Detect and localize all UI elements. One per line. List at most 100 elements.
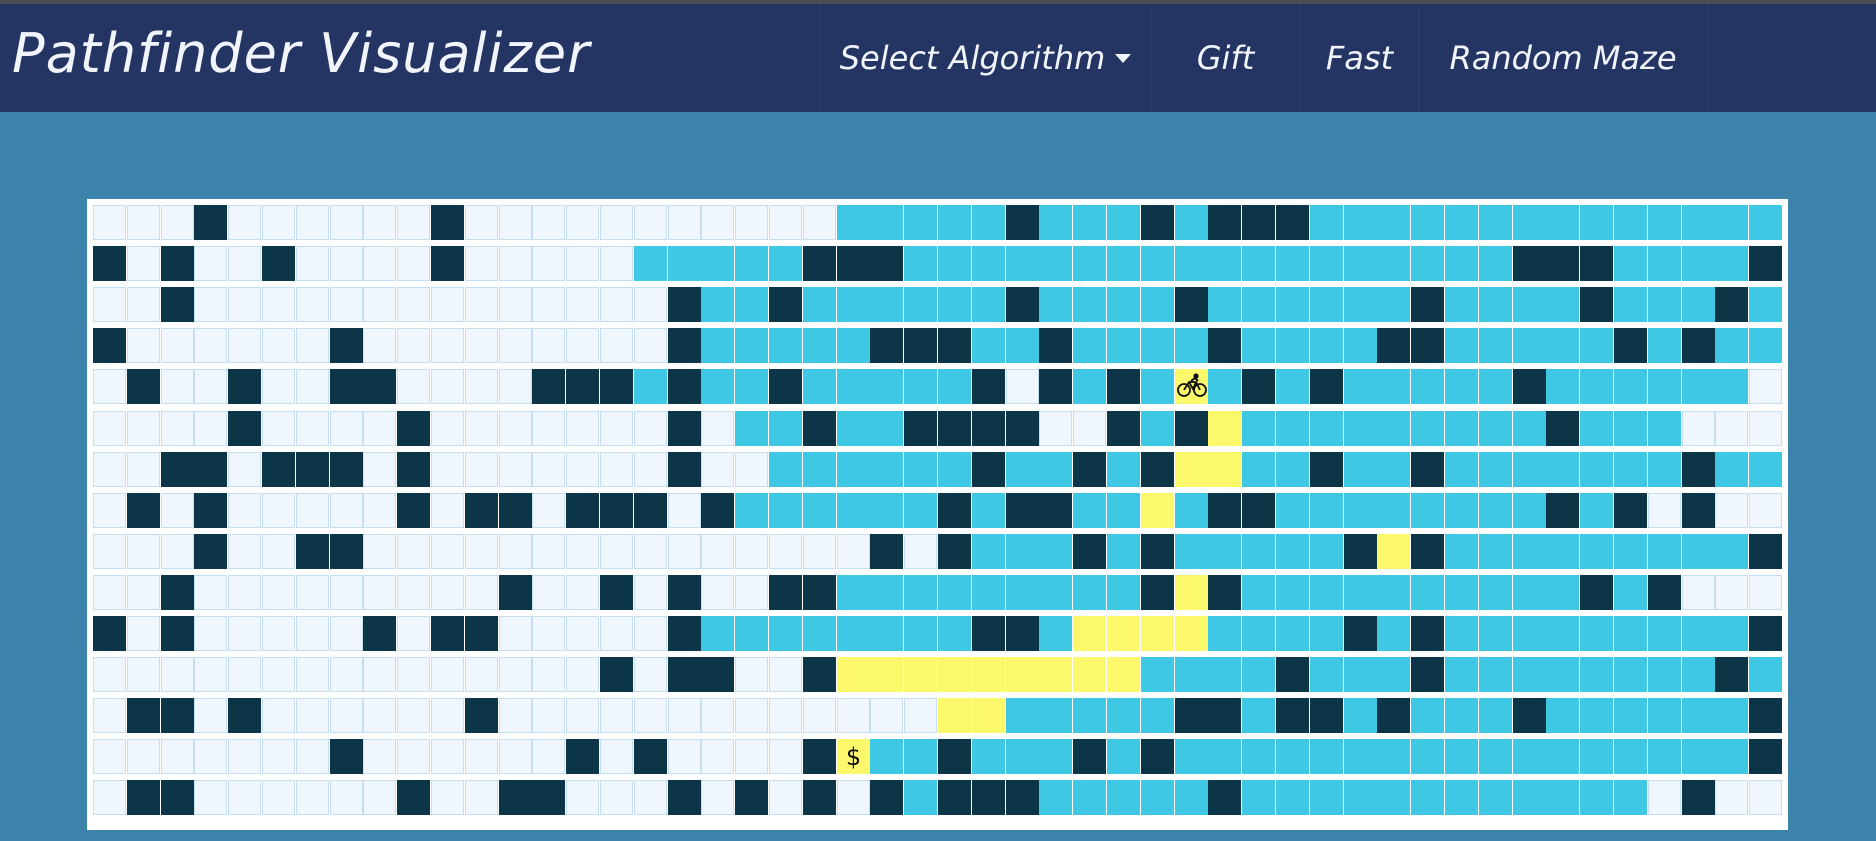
grid-cell[interactable] (465, 411, 498, 446)
grid-cell[interactable] (228, 328, 261, 363)
visited-cell[interactable] (1141, 657, 1174, 692)
visited-cell[interactable] (1749, 452, 1782, 487)
visited-cell[interactable] (1580, 698, 1613, 733)
visited-cell[interactable] (1411, 575, 1444, 610)
wall-cell[interactable] (566, 493, 599, 528)
visited-cell[interactable] (1445, 739, 1478, 774)
visited-cell[interactable] (1107, 493, 1140, 528)
visited-cell[interactable] (1073, 287, 1106, 322)
visited-cell[interactable] (1479, 369, 1512, 404)
grid-cell[interactable] (532, 411, 565, 446)
grid-cell[interactable] (228, 534, 261, 569)
grid-cell[interactable] (262, 698, 295, 733)
grid-cell[interactable] (262, 328, 295, 363)
path-cell[interactable] (1107, 616, 1140, 651)
visited-cell[interactable] (1141, 780, 1174, 815)
visited-cell[interactable] (1310, 411, 1343, 446)
visited-cell[interactable] (1411, 698, 1444, 733)
visited-cell[interactable] (1377, 205, 1410, 240)
grid-cell[interactable] (465, 328, 498, 363)
wall-cell[interactable] (1006, 205, 1039, 240)
grid-cell[interactable] (397, 328, 430, 363)
visited-cell[interactable] (1344, 287, 1377, 322)
grid-cell[interactable] (634, 616, 667, 651)
visited-cell[interactable] (1310, 246, 1343, 281)
wall-cell[interactable] (668, 657, 701, 692)
visited-cell[interactable] (1546, 452, 1579, 487)
grid-cell[interactable] (1682, 575, 1715, 610)
grid-cell[interactable] (228, 246, 261, 281)
grid-cell[interactable] (228, 780, 261, 815)
visited-cell[interactable] (1546, 369, 1579, 404)
visited-cell[interactable] (972, 534, 1005, 569)
visited-cell[interactable] (904, 493, 937, 528)
visited-cell[interactable] (1513, 575, 1546, 610)
wall-cell[interactable] (870, 328, 903, 363)
wall-cell[interactable] (127, 780, 160, 815)
grid-cell[interactable] (1749, 780, 1782, 815)
grid-cell[interactable] (1682, 411, 1715, 446)
visited-cell[interactable] (1411, 739, 1444, 774)
grid-cell[interactable] (296, 493, 329, 528)
grid-cell[interactable] (228, 739, 261, 774)
visited-cell[interactable] (1344, 575, 1377, 610)
grid-cell[interactable] (161, 493, 194, 528)
grid-cell[interactable] (93, 369, 126, 404)
grid-cell[interactable] (397, 657, 430, 692)
visited-cell[interactable] (1580, 452, 1613, 487)
wall-cell[interactable] (465, 698, 498, 733)
visited-cell[interactable] (1580, 493, 1613, 528)
visited-cell[interactable] (1682, 616, 1715, 651)
wall-cell[interactable] (938, 493, 971, 528)
grid-cell[interactable] (600, 287, 633, 322)
grid-cell[interactable] (600, 698, 633, 733)
grid-cell[interactable] (363, 411, 396, 446)
visited-cell[interactable] (769, 328, 802, 363)
visited-cell[interactable] (1107, 452, 1140, 487)
grid-cell[interactable] (465, 739, 498, 774)
wall-cell[interactable] (431, 246, 464, 281)
grid-cell[interactable] (431, 493, 464, 528)
grid-cell[interactable] (532, 452, 565, 487)
visited-cell[interactable] (1310, 493, 1343, 528)
grid-cell[interactable] (634, 698, 667, 733)
visited-cell[interactable] (1276, 575, 1309, 610)
grid-cell[interactable] (330, 575, 363, 610)
visited-cell[interactable] (1175, 493, 1208, 528)
select-algorithm-dropdown[interactable]: Select Algorithm (820, 4, 1150, 112)
wall-cell[interactable] (1276, 698, 1309, 733)
grid-cell[interactable] (701, 205, 734, 240)
grid-cell[interactable] (262, 780, 295, 815)
grid-cell[interactable] (161, 657, 194, 692)
visited-cell[interactable] (1479, 534, 1512, 569)
visited-cell[interactable] (1411, 369, 1444, 404)
grid-cell[interactable] (769, 698, 802, 733)
visited-cell[interactable] (1648, 657, 1681, 692)
visited-cell[interactable] (1073, 246, 1106, 281)
visited-cell[interactable] (1344, 780, 1377, 815)
visited-cell[interactable] (1175, 657, 1208, 692)
grid-cell[interactable] (93, 205, 126, 240)
wall-cell[interactable] (870, 246, 903, 281)
wall-cell[interactable] (1310, 698, 1343, 733)
visited-cell[interactable] (1614, 452, 1647, 487)
grid-cell[interactable] (397, 616, 430, 651)
wall-cell[interactable] (870, 534, 903, 569)
grid-cell[interactable] (668, 493, 701, 528)
visited-cell[interactable] (1344, 205, 1377, 240)
wall-cell[interactable] (1749, 616, 1782, 651)
wall-cell[interactable] (194, 493, 227, 528)
visited-cell[interactable] (1614, 411, 1647, 446)
visited-cell[interactable] (1749, 328, 1782, 363)
visited-cell[interactable] (1175, 328, 1208, 363)
grid-cell[interactable] (1749, 575, 1782, 610)
visited-cell[interactable] (1715, 205, 1748, 240)
grid-cell[interactable] (668, 739, 701, 774)
wall-cell[interactable] (1411, 287, 1444, 322)
wall-cell[interactable] (803, 780, 836, 815)
grid-cell[interactable] (701, 452, 734, 487)
wall-cell[interactable] (1682, 452, 1715, 487)
grid-cell[interactable] (701, 739, 734, 774)
visited-cell[interactable] (1006, 534, 1039, 569)
visited-cell[interactable] (1242, 575, 1275, 610)
